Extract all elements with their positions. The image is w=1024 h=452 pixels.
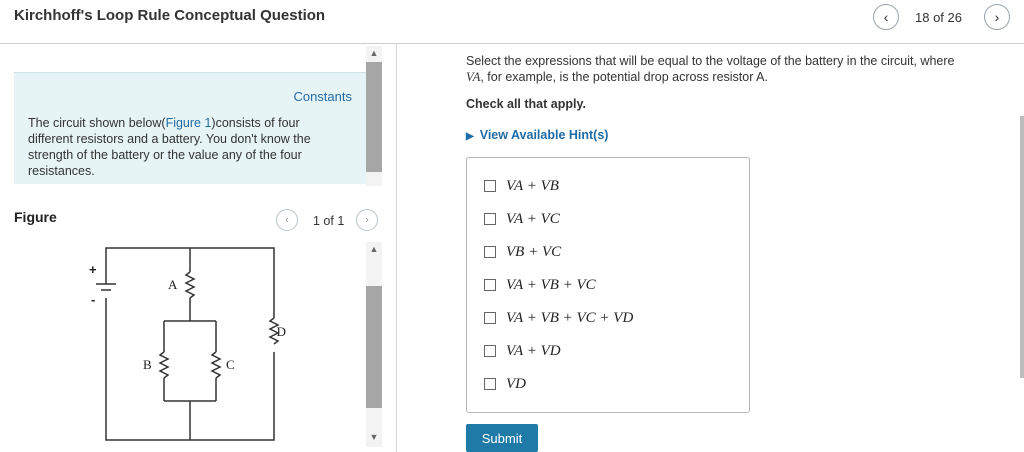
option-va-vc[interactable]: VA + VC — [484, 208, 560, 230]
option-label: VA + VB + VC + VD — [506, 309, 634, 326]
next-question-button[interactable]: › — [984, 4, 1010, 30]
figure-counter: 1 of 1 — [313, 214, 345, 228]
page-scrollbar[interactable] — [1020, 116, 1024, 378]
battery-minus-label: - — [91, 292, 95, 307]
checkbox[interactable] — [484, 246, 496, 258]
resistor-b — [158, 351, 170, 379]
option-va-vb[interactable]: VA + VB — [484, 175, 559, 197]
left-pane: Constants The circuit shown below(Figure… — [0, 44, 397, 452]
battery-plus-label: + — [89, 262, 97, 277]
header-bar: Kirchhoff's Loop Rule Conceptual Questio… — [0, 0, 1024, 44]
figure-link[interactable]: Figure 1 — [166, 116, 212, 130]
chevron-left-icon: ‹ — [883, 9, 889, 25]
resistor-a-label: A — [168, 277, 178, 292]
resistor-c-label: C — [226, 357, 235, 372]
view-hints-link[interactable]: ▶ View Available Hint(s) — [466, 128, 608, 142]
option-label: VA + VB + VC — [506, 276, 596, 293]
checkbox[interactable] — [484, 378, 496, 390]
option-va-vd[interactable]: VA + VD — [484, 340, 561, 362]
figure-heading: Figure — [14, 209, 57, 225]
chevron-right-icon: › — [994, 9, 1000, 25]
check-all-instruction: Check all that apply. — [466, 97, 586, 111]
question-line1: Select the expressions that will be equa… — [466, 54, 955, 68]
problem-statement: The circuit shown below(Figure 1)consist… — [28, 115, 348, 179]
resistor-d-label: D — [277, 324, 286, 339]
option-vd[interactable]: VD — [484, 373, 526, 395]
option-va-vb-vc-vd[interactable]: VA + VB + VC + VD — [484, 307, 633, 329]
option-va-vb-vc[interactable]: VA + VB + VC — [484, 274, 596, 296]
figure-scrollbar-thumb[interactable] — [366, 286, 382, 408]
question-line2: , for example, is the potential drop acr… — [480, 70, 768, 84]
resistor-c — [210, 351, 222, 379]
submit-button[interactable]: Submit — [466, 424, 538, 452]
page-title: Kirchhoff's Loop Rule Conceptual Questio… — [14, 7, 326, 24]
checkbox[interactable] — [484, 312, 496, 324]
answer-options: VA + VB VA + VC VB + VC VA + VB + VC VA … — [466, 157, 750, 413]
checkbox[interactable] — [484, 279, 496, 291]
scroll-up-icon[interactable]: ▲ — [366, 242, 382, 256]
circuit-diagram: + - A B C D — [89, 247, 286, 441]
right-pane: Select the expressions that will be equa… — [398, 44, 1024, 452]
question-pager: 18 of 26 — [915, 10, 962, 25]
checkbox[interactable] — [484, 213, 496, 225]
text-scrollbar-thumb[interactable] — [366, 62, 382, 172]
hint-label: View Available Hint(s) — [479, 128, 609, 142]
checkbox[interactable] — [484, 345, 496, 357]
option-label: VA + VD — [506, 342, 561, 359]
option-label: VB + VC — [506, 243, 562, 260]
option-label: VD — [506, 375, 526, 392]
option-vb-vc[interactable]: VB + VC — [484, 241, 561, 263]
chevron-right-icon: › — [365, 214, 369, 226]
resistor-a — [184, 271, 196, 299]
problem-text-start: The circuit shown below( — [28, 116, 166, 130]
option-label: VA + VC — [506, 210, 560, 227]
question-text: Select the expressions that will be equa… — [466, 53, 1006, 85]
option-label: VA + VB — [506, 177, 559, 194]
figure-prev-button[interactable]: ‹ — [276, 209, 298, 231]
chevron-left-icon: ‹ — [285, 214, 289, 226]
resistor-b-label: B — [143, 357, 152, 372]
scroll-down-icon[interactable]: ▼ — [366, 430, 382, 444]
figure-next-button[interactable]: › — [356, 209, 378, 231]
triangle-right-icon: ▶ — [466, 131, 474, 142]
scroll-up-icon[interactable]: ▲ — [366, 46, 382, 60]
question-variable: VA — [466, 70, 481, 84]
constants-panel: Constants The circuit shown below(Figure… — [14, 72, 366, 184]
constants-link[interactable]: Constants — [293, 89, 352, 104]
checkbox[interactable] — [484, 180, 496, 192]
prev-question-button[interactable]: ‹ — [873, 4, 899, 30]
